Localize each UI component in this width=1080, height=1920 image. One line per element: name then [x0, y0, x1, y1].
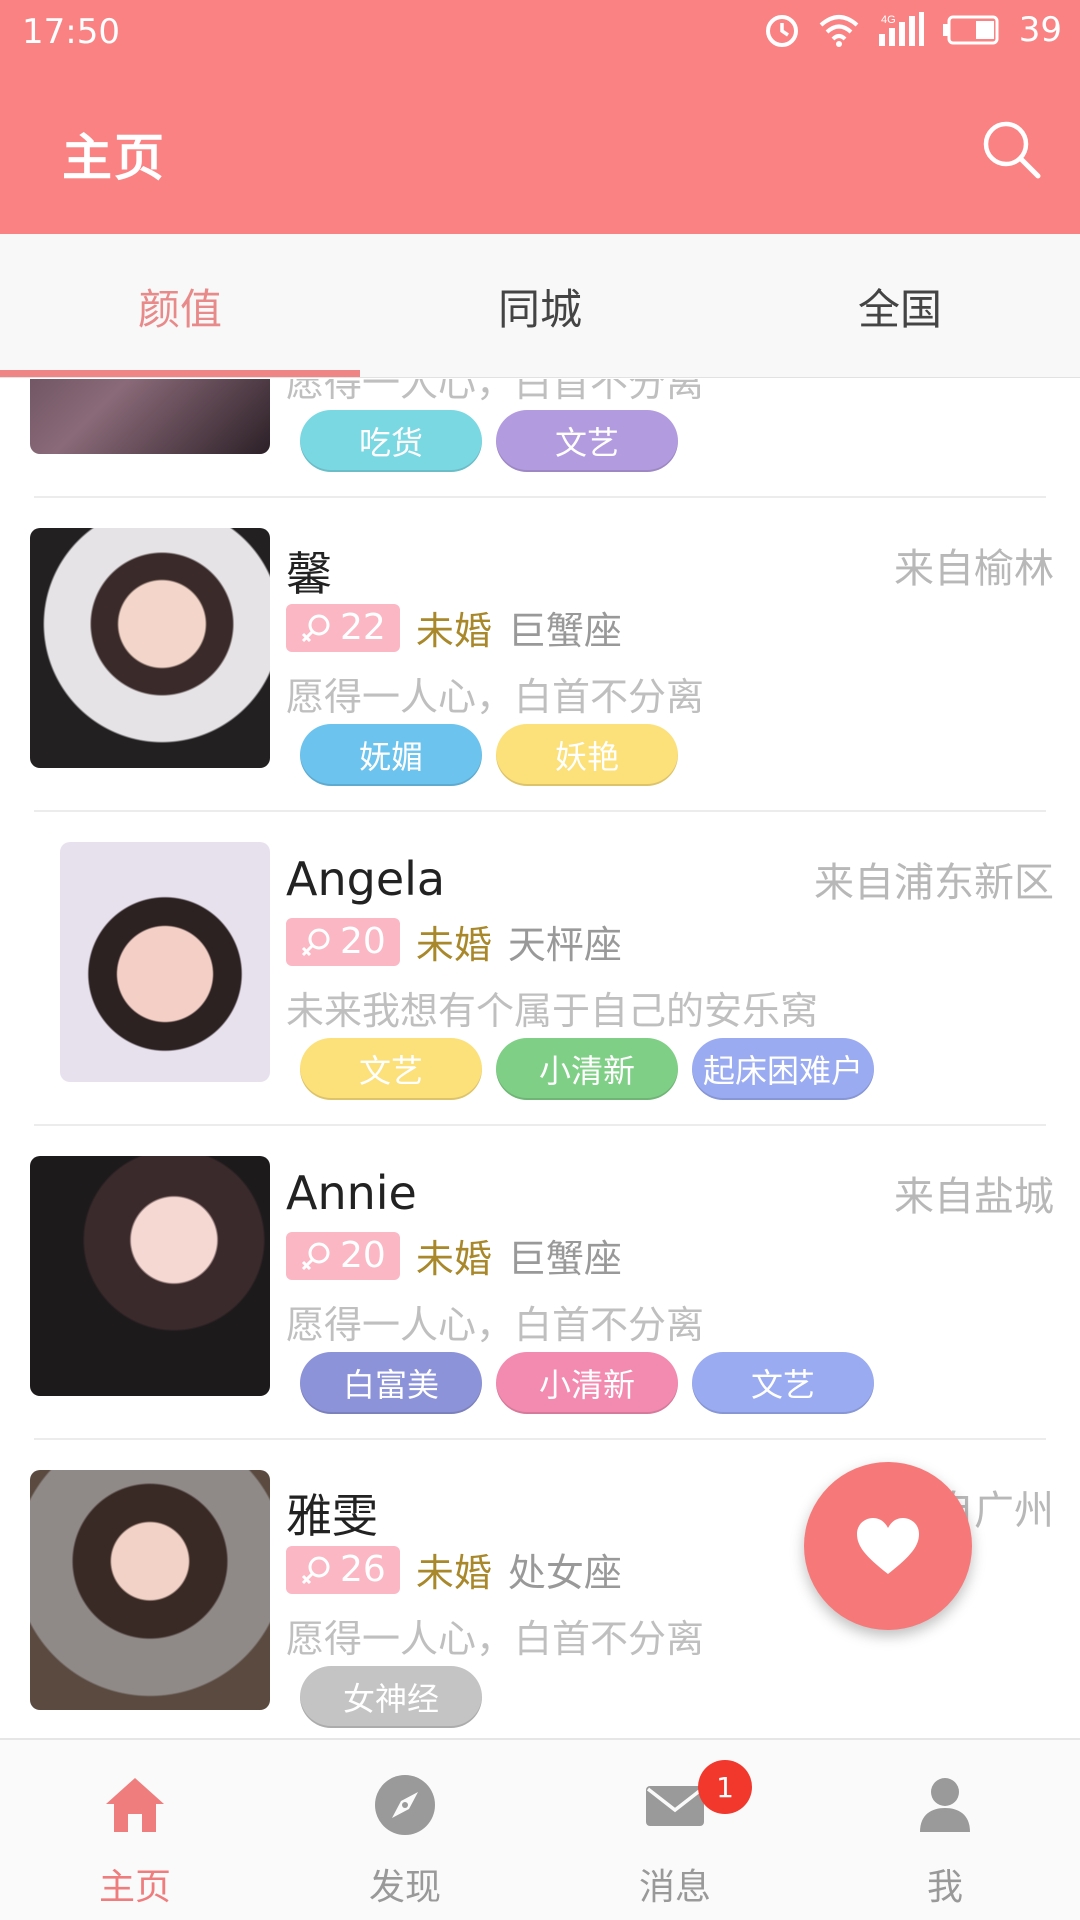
tag: 妩媚	[300, 724, 482, 786]
profile-name: Angela	[286, 852, 446, 906]
marital-status: 未婚	[415, 1551, 492, 1595]
status-icons: 4G 39	[763, 10, 1062, 50]
profile-location: 来自榆林	[894, 546, 1054, 592]
tag: 文艺	[300, 1038, 482, 1100]
tab-same-city[interactable]: 同城	[360, 234, 720, 378]
tag: 白富美	[300, 1352, 482, 1414]
age-value: 26	[340, 1549, 386, 1590]
tag-list: 女神经	[300, 1666, 482, 1728]
profile-motto: 愿得一人心，白首不分离	[286, 1617, 705, 1661]
age-badge: 20	[286, 1231, 400, 1280]
profile-meta: 22 未婚 巨蟹座	[286, 600, 622, 655]
status-bar: 17:50 4G 39	[0, 0, 1080, 66]
profile-name: 雅雯	[286, 1489, 378, 1543]
profile-name: Annie	[286, 1166, 417, 1220]
page-title: 主页	[62, 129, 166, 187]
zodiac-sign: 天枰座	[507, 923, 622, 967]
signal-icon: 4G	[878, 12, 924, 46]
female-icon	[301, 928, 330, 956]
zodiac-sign: 巨蟹座	[507, 609, 622, 653]
tag: 小清新	[496, 1038, 678, 1100]
age-badge: 22	[286, 603, 400, 652]
nav-home-label: 主页	[98, 1867, 171, 1908]
tab-appearance[interactable]: 颜值	[0, 234, 360, 378]
profile-location: 来自浦东新区	[814, 860, 1054, 906]
app-bar: 17:50 4G 39 主页	[0, 0, 1080, 234]
zodiac-sign: 处女座	[507, 1551, 622, 1595]
status-time: 17:50	[22, 12, 120, 52]
tag: 文艺	[496, 410, 678, 472]
female-icon	[301, 1242, 330, 1270]
tab-nationwide[interactable]: 全国	[720, 234, 1080, 378]
tag: 起床困难户	[692, 1038, 874, 1100]
app-screen: 17:50 4G 39 主页 颜值 同城 全国 愿得一人心，白首不分离 吃货 文…	[0, 0, 1080, 1920]
tag: 文艺	[692, 1352, 874, 1414]
female-icon	[301, 614, 330, 642]
nav-discover-label: 发现	[368, 1867, 441, 1908]
profile-location: 来自盐城	[894, 1174, 1054, 1220]
profile-card[interactable]: 愿得一人心，白首不分离 吃货 文艺	[0, 379, 1080, 498]
nav-me[interactable]: 我	[810, 1740, 1080, 1920]
profile-meta: 26 未婚 处女座	[286, 1542, 622, 1597]
marital-status: 未婚	[415, 1237, 492, 1281]
profile-photo[interactable]	[30, 1156, 270, 1396]
nav-home[interactable]: 主页	[0, 1740, 270, 1920]
tag: 小清新	[496, 1352, 678, 1414]
tab-indicator	[0, 370, 360, 377]
nav-messages-label: 消息	[638, 1867, 711, 1908]
tab-bar: 颜值 同城 全国	[0, 234, 1080, 378]
profile-photo[interactable]	[60, 842, 270, 1082]
marital-status: 未婚	[415, 609, 492, 653]
bottom-nav: 主页 发现 1 消息 我	[0, 1738, 1080, 1920]
unread-badge: 1	[698, 1760, 752, 1814]
profile-card[interactable]: Annie 来自盐城 20 未婚 巨蟹座 愿得一人心，白首不分离 白富美 小清新…	[0, 1126, 1080, 1440]
profile-photo[interactable]	[30, 1470, 270, 1710]
age-badge: 26	[286, 1545, 400, 1594]
age-badge: 20	[286, 917, 400, 966]
nav-discover[interactable]: 发现	[270, 1740, 540, 1920]
female-icon	[301, 1556, 330, 1584]
profile-meta: 20 未婚 巨蟹座	[286, 1228, 622, 1283]
home-icon	[106, 1778, 164, 1832]
age-value: 20	[340, 1235, 386, 1276]
profile-meta: 20 未婚 天枰座	[286, 914, 622, 969]
marital-status: 未婚	[415, 923, 492, 967]
wifi-icon	[819, 15, 859, 47]
profile-photo[interactable]	[30, 528, 270, 768]
person-icon	[920, 1778, 970, 1832]
tag: 女神经	[300, 1666, 482, 1728]
profile-motto: 愿得一人心，白首不分离	[286, 675, 705, 719]
like-fab-button[interactable]	[804, 1462, 972, 1630]
alarm-icon	[765, 15, 798, 47]
zodiac-sign: 巨蟹座	[507, 1237, 622, 1281]
tag: 吃货	[300, 410, 482, 472]
heart-icon	[857, 1518, 919, 1574]
tag: 妖艳	[496, 724, 678, 786]
svg-text:4G: 4G	[881, 14, 896, 26]
profile-photo[interactable]	[30, 379, 270, 454]
tag-list: 白富美 小清新 文艺	[300, 1352, 874, 1414]
battery-level: 39	[1018, 10, 1062, 50]
age-value: 22	[340, 607, 386, 648]
profile-motto: 愿得一人心，白首不分离	[286, 379, 705, 405]
profile-name: 馨	[286, 547, 332, 601]
nav-me-label: 我	[926, 1867, 963, 1908]
nav-messages[interactable]: 1 消息	[540, 1740, 810, 1920]
age-value: 20	[340, 921, 386, 962]
search-icon[interactable]	[980, 118, 1042, 180]
profile-card[interactable]: Angela 来自浦东新区 20 未婚 天枰座 未来我想有个属于自己的安乐窝 文…	[0, 812, 1080, 1126]
battery-icon	[942, 15, 999, 45]
profile-motto: 未来我想有个属于自己的安乐窝	[286, 989, 819, 1033]
profile-card[interactable]: 馨 来自榆林 22 未婚 巨蟹座 愿得一人心，白首不分离 妩媚 妖艳	[0, 498, 1080, 812]
profile-motto: 愿得一人心，白首不分离	[286, 1303, 705, 1347]
tag-list: 吃货 文艺	[300, 410, 678, 472]
tag-list: 文艺 小清新 起床困难户	[300, 1038, 874, 1100]
tag-list: 妩媚 妖艳	[300, 724, 678, 786]
compass-icon	[375, 1775, 435, 1835]
